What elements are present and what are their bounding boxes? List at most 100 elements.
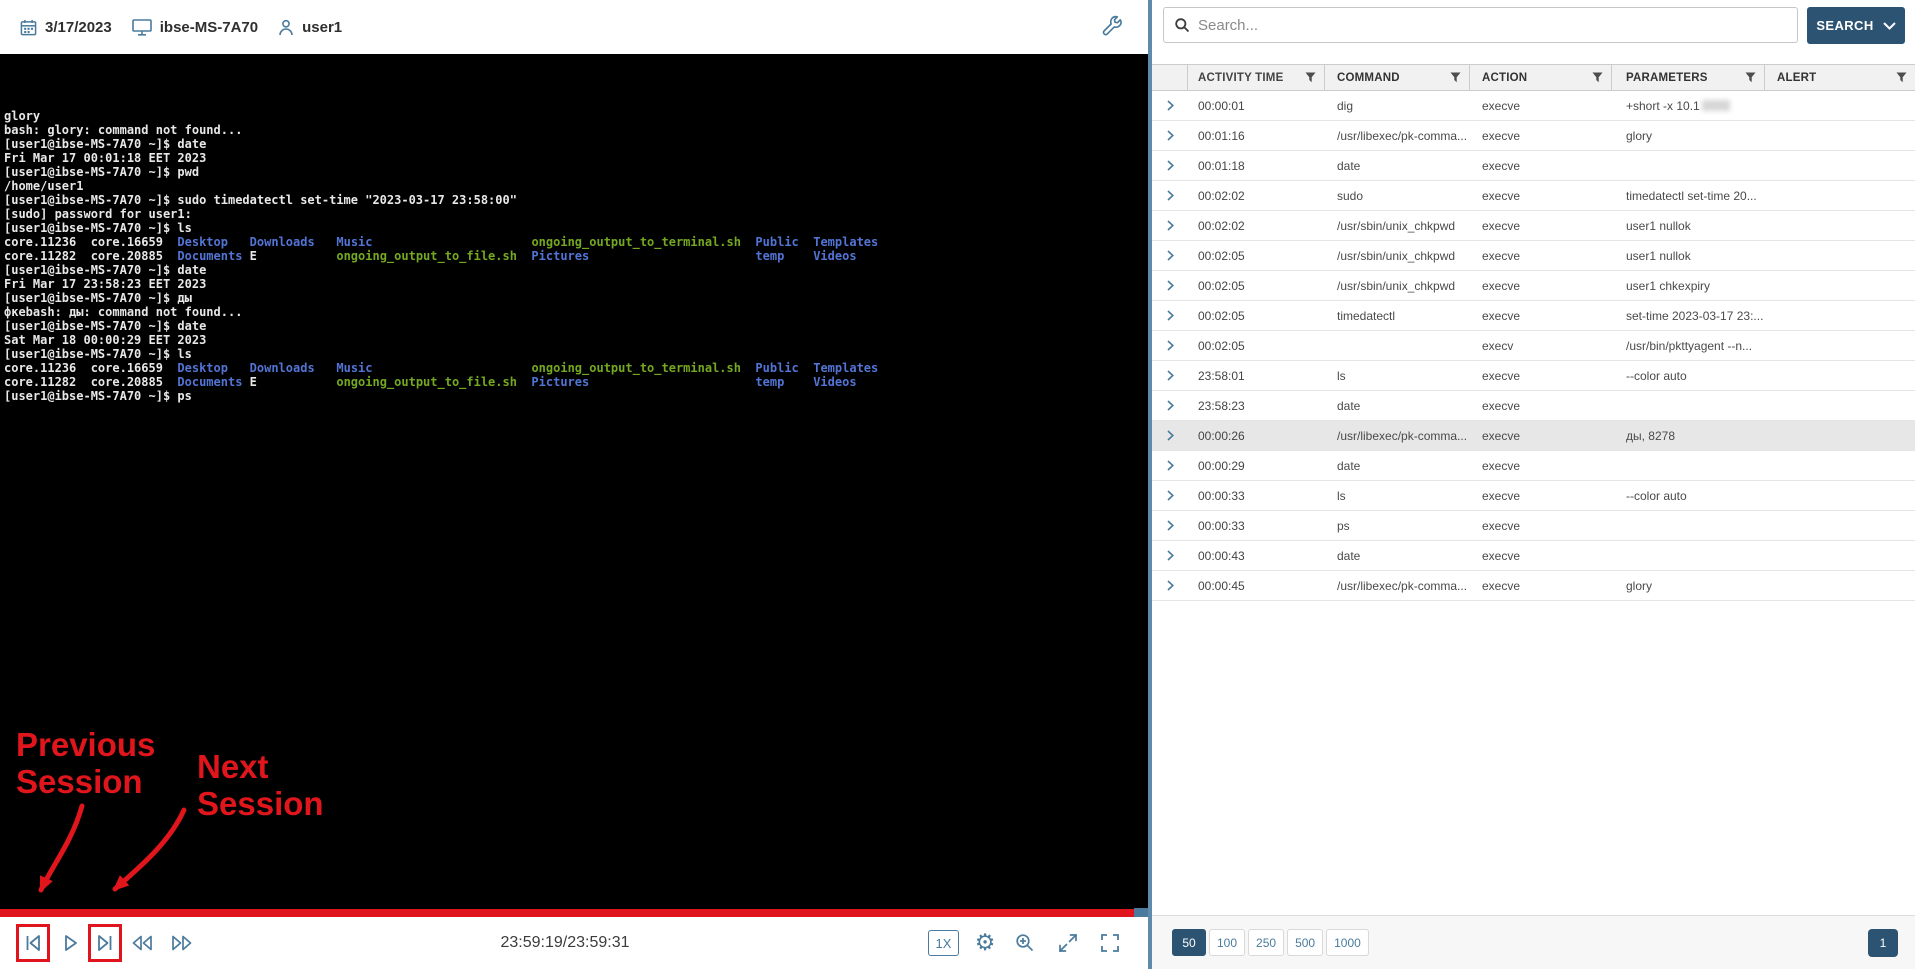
cell-alert — [1765, 181, 1915, 210]
page-size-250[interactable]: 250 — [1248, 929, 1284, 956]
table-row[interactable]: 00:00:26/usr/libexec/pk-comma...execveды… — [1152, 421, 1915, 451]
table-row[interactable]: 00:02:02/usr/sbin/unix_chkpwdexecveuser1… — [1152, 211, 1915, 241]
cell-alert — [1765, 361, 1915, 390]
table-row[interactable]: 00:00:33lsexecve--color auto — [1152, 481, 1915, 511]
filter-icon[interactable] — [1305, 72, 1316, 83]
chevron-right-icon[interactable] — [1167, 220, 1174, 231]
table-row[interactable]: 00:00:45/usr/libexec/pk-comma...execvegl… — [1152, 571, 1915, 601]
table-row[interactable]: 00:00:01digexecve+short -x 10.1 — [1152, 91, 1915, 121]
page-size-1000[interactable]: 1000 — [1326, 929, 1369, 956]
table-row[interactable]: 00:02:05execv/usr/bin/pkttyagent --n... — [1152, 331, 1915, 361]
cell-action: execve — [1470, 421, 1612, 450]
user-icon — [278, 19, 294, 36]
cell-alert — [1765, 121, 1915, 150]
column-header-activity-time[interactable]: ACTIVITY TIME — [1188, 65, 1325, 90]
cell-activity-time: 00:02:05 — [1188, 331, 1325, 360]
current-page-badge[interactable]: 1 — [1868, 929, 1898, 957]
cell-command: /usr/libexec/pk-comma... — [1325, 421, 1470, 450]
table-row[interactable]: 00:02:05/usr/sbin/unix_chkpwdexecveuser1… — [1152, 241, 1915, 271]
cell-activity-time: 00:02:05 — [1188, 271, 1325, 300]
filter-icon[interactable] — [1450, 72, 1461, 83]
cell-action: execve — [1470, 391, 1612, 420]
cell-command: date — [1325, 451, 1470, 480]
chevron-right-icon[interactable] — [1167, 100, 1174, 111]
cell-parameters: glory — [1612, 121, 1765, 150]
playback-speed-button[interactable]: 1X — [928, 930, 959, 956]
calendar-icon — [20, 19, 37, 36]
chevron-right-icon[interactable] — [1167, 490, 1174, 501]
session-user-label: user1 — [302, 19, 342, 36]
cell-action: execve — [1470, 91, 1612, 120]
cell-alert — [1765, 421, 1915, 450]
column-header-parameters[interactable]: PARAMETERS — [1612, 65, 1765, 90]
cell-parameters — [1612, 151, 1765, 180]
zoom-in-icon[interactable] — [1012, 930, 1038, 956]
chevron-right-icon[interactable] — [1167, 160, 1174, 171]
table-row[interactable]: 00:00:29dateexecve — [1152, 451, 1915, 481]
gear-icon[interactable]: ⚙ — [972, 930, 998, 956]
table-row[interactable]: 00:01:16/usr/libexec/pk-comma...execvegl… — [1152, 121, 1915, 151]
table-row[interactable]: 23:58:01lsexecve--color auto — [1152, 361, 1915, 391]
chevron-right-icon[interactable] — [1167, 370, 1174, 381]
rewind-button[interactable] — [130, 932, 154, 954]
search-input[interactable] — [1198, 17, 1797, 34]
chevron-right-icon[interactable] — [1167, 520, 1174, 531]
search-button[interactable]: SEARCH — [1807, 7, 1905, 44]
chevron-right-icon[interactable] — [1167, 550, 1174, 561]
chevron-right-icon[interactable] — [1167, 460, 1174, 471]
cell-activity-time: 00:02:02 — [1188, 181, 1325, 210]
fullscreen-icon[interactable] — [1097, 930, 1123, 956]
cell-action: execve — [1470, 241, 1612, 270]
fast-forward-button[interactable] — [170, 932, 194, 954]
table-row[interactable]: 00:00:43dateexecve — [1152, 541, 1915, 571]
cell-command: /usr/sbin/unix_chkpwd — [1325, 211, 1470, 240]
table-row[interactable]: 00:00:33psexecve — [1152, 511, 1915, 541]
filter-icon[interactable] — [1896, 72, 1907, 83]
chevron-right-icon[interactable] — [1167, 340, 1174, 351]
page-size-50[interactable]: 50 — [1172, 929, 1206, 956]
cell-activity-time: 00:00:43 — [1188, 541, 1325, 570]
cell-parameters: /usr/bin/pkttyagent --n... — [1612, 331, 1765, 360]
chevron-right-icon[interactable] — [1167, 580, 1174, 591]
filter-icon[interactable] — [1592, 72, 1603, 83]
next-session-button[interactable] — [93, 932, 117, 954]
play-button[interactable] — [58, 932, 82, 954]
column-header-action[interactable]: ACTION — [1470, 65, 1612, 90]
cell-parameters — [1612, 391, 1765, 420]
monitor-icon — [132, 19, 152, 36]
page-size-100[interactable]: 100 — [1209, 929, 1245, 956]
expand-icon[interactable] — [1055, 930, 1081, 956]
playback-seekbar[interactable] — [0, 909, 1134, 917]
session-date[interactable]: 3/17/2023 — [20, 19, 112, 36]
table-row[interactable]: 00:02:05/usr/sbin/unix_chkpwdexecveuser1… — [1152, 271, 1915, 301]
column-header-command[interactable]: COMMAND — [1325, 65, 1470, 90]
chevron-right-icon[interactable] — [1167, 130, 1174, 141]
filter-icon[interactable] — [1745, 72, 1756, 83]
playback-time-display: 23:59:19/23:59:31 — [470, 934, 660, 952]
chevron-right-icon[interactable] — [1167, 280, 1174, 291]
session-player-app: 3/17/2023 ibse-MS-7A70 u — [0, 0, 1915, 969]
cell-command: /usr/sbin/unix_chkpwd — [1325, 241, 1470, 270]
chevron-right-icon[interactable] — [1167, 310, 1174, 321]
wrench-icon[interactable] — [1101, 15, 1122, 36]
chevron-right-icon[interactable] — [1167, 430, 1174, 441]
session-header: 3/17/2023 ibse-MS-7A70 u — [0, 0, 1148, 54]
table-row[interactable]: 00:01:18dateexecve — [1152, 151, 1915, 181]
chevron-right-icon[interactable] — [1167, 400, 1174, 411]
cell-activity-time: 00:02:05 — [1188, 301, 1325, 330]
cell-action: execve — [1470, 181, 1612, 210]
cell-action: execve — [1470, 361, 1612, 390]
cell-command: ls — [1325, 481, 1470, 510]
chevron-down-icon — [1883, 22, 1896, 30]
column-header-alert[interactable]: ALERT — [1765, 65, 1915, 90]
cell-activity-time: 00:02:05 — [1188, 241, 1325, 270]
cell-parameters: glory — [1612, 571, 1765, 600]
page-size-500[interactable]: 500 — [1287, 929, 1323, 956]
chevron-right-icon[interactable] — [1167, 250, 1174, 261]
table-row[interactable]: 00:02:05timedatectlexecveset-time 2023-0… — [1152, 301, 1915, 331]
table-row[interactable]: 23:58:23dateexecve — [1152, 391, 1915, 421]
session-date-label: 3/17/2023 — [45, 19, 112, 36]
chevron-right-icon[interactable] — [1167, 190, 1174, 201]
table-row[interactable]: 00:02:02sudoexecvetimedatectl set-time 2… — [1152, 181, 1915, 211]
previous-session-button[interactable] — [21, 932, 45, 954]
